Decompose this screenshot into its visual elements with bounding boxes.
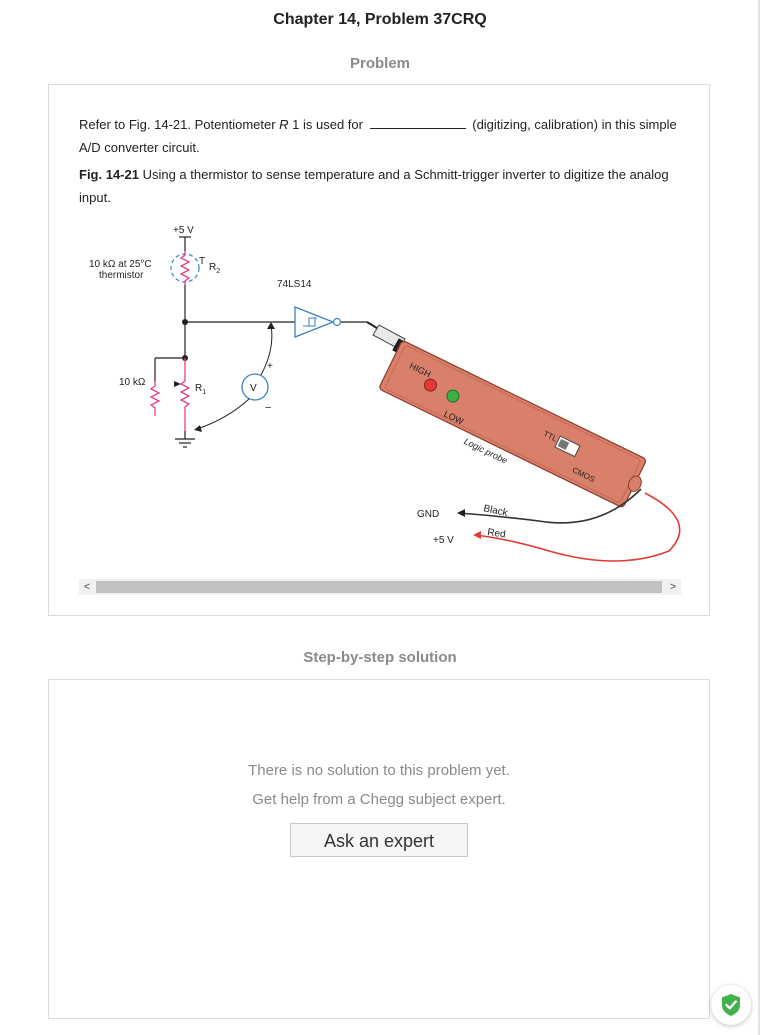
no-solution-message: There is no solution to this problem yet… [248, 762, 510, 808]
circuit-figure: +5 V 10 kΩ at 25°C thermistor T R2 74LS1… [79, 221, 689, 601]
r1-label: R1 [195, 383, 206, 396]
problem-heading: Problem [349, 55, 410, 72]
thermistor-resistor [179, 251, 191, 285]
right-edge-rule [758, 0, 760, 1035]
problem-panel: Refer to Fig. 14-21. Potentiometer R 1 i… [48, 84, 710, 616]
shield-check-icon [722, 994, 740, 1016]
scrollbar-thumb[interactable] [96, 581, 662, 593]
t-label: T [199, 256, 205, 267]
meter-lead-minus [196, 398, 250, 430]
answer-blank [369, 116, 466, 129]
r2-label: R2 [209, 262, 220, 275]
circuit-diagram: +5 V 10 kΩ at 25°C thermistor T R2 74LS1… [89, 225, 681, 562]
potentiometer-r1 [179, 358, 191, 431]
problem-statement: Refer to Fig. 14-21. Potentiometer R 1 i… [79, 116, 677, 155]
logic-probe: HIGH LOW Logic probe TTL CMOS [379, 340, 646, 508]
problem-text: Refer to Fig. 14-21. Potentiometer R 1 i… [79, 113, 689, 213]
black-lead-label: Black [482, 503, 509, 519]
solution-heading: Step-by-step solution [303, 649, 457, 666]
plus5v-label: +5 V [433, 535, 454, 546]
voltmeter-minus: − [265, 402, 271, 414]
gnd-label: GND [417, 509, 439, 520]
horizontal-scrollbar[interactable]: < > [79, 579, 681, 595]
red-lead-label: Red [487, 527, 507, 540]
voltmeter-plus: + [267, 361, 273, 372]
supply-label: +5 V [173, 225, 194, 236]
red-lead [474, 492, 681, 562]
resistor-10k-label: 10 kΩ [119, 377, 146, 388]
thermistor-label-1: 10 kΩ at 25°C [89, 259, 152, 270]
figure-caption: Fig. 14-21 Using a thermistor to sense t… [79, 167, 669, 205]
resistor-10k [149, 381, 161, 416]
security-badge[interactable] [711, 985, 751, 1025]
scroll-left-button[interactable]: < [79, 579, 95, 595]
schmitt-trigger-inverter [294, 306, 335, 338]
page-title: Chapter 14, Problem 37CRQ [273, 11, 487, 28]
ask-expert-button[interactable]: Ask an expert [290, 823, 468, 857]
scroll-right-button[interactable]: > [665, 579, 681, 595]
chip-label: 74LS14 [277, 279, 312, 290]
solution-panel: There is no solution to this problem yet… [48, 679, 710, 1019]
thermistor-label-2: thermistor [99, 270, 144, 281]
voltmeter-label: V [250, 383, 257, 394]
